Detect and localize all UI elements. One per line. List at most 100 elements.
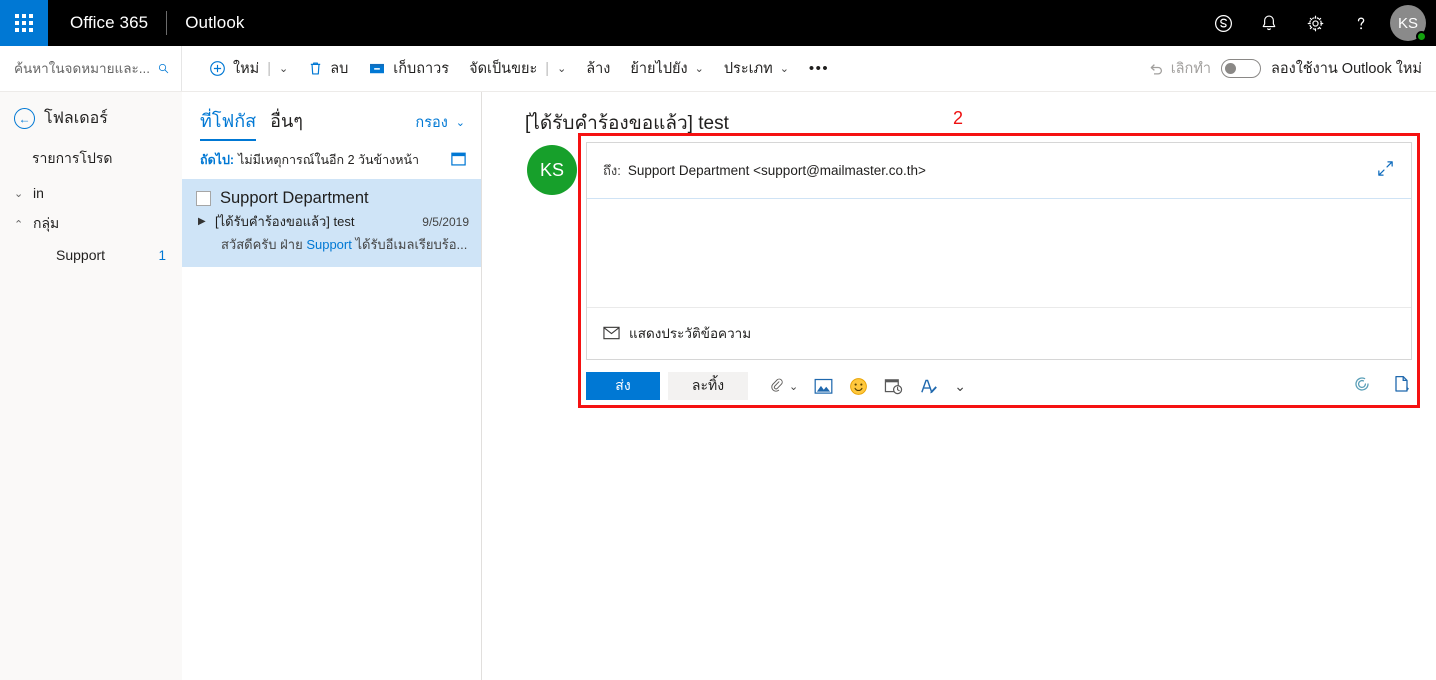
- page-insert-icon[interactable]: [1392, 374, 1412, 399]
- message-subject-row: ▶ [ได้รับคำร้องขอแล้ว] test 9/5/2019: [196, 211, 469, 232]
- toggle-switch[interactable]: [1221, 59, 1262, 78]
- plus-circle-icon: [210, 61, 225, 76]
- message-preview-highlight: Support: [306, 237, 352, 252]
- chevron-down-icon[interactable]: ⌄: [954, 378, 966, 395]
- schedule-icon[interactable]: [880, 372, 907, 400]
- undo-label: เลิกทำ: [1170, 61, 1212, 77]
- chevron-down-icon[interactable]: ⌄: [789, 380, 798, 393]
- presence-indicator: [1416, 31, 1427, 42]
- calendar-icon[interactable]: [450, 150, 467, 170]
- trash-icon: [311, 62, 321, 75]
- chevron-down-icon: ⌄: [455, 117, 465, 129]
- message-top-row: Support Department: [196, 189, 469, 208]
- chevron-down-icon[interactable]: ⌄: [279, 62, 288, 75]
- avatar-initials: KS: [1397, 14, 1418, 32]
- message-checkbox[interactable]: [196, 191, 211, 206]
- format-text-icon[interactable]: [915, 372, 942, 400]
- suite-app-name[interactable]: Outlook: [167, 13, 262, 33]
- move-to-button[interactable]: ย้ายไปยัง ⌄: [621, 53, 712, 85]
- show-message-history-button[interactable]: แสดงประวัติข้อความ: [587, 307, 1411, 357]
- undo-icon: [1150, 63, 1162, 75]
- expand-thread-icon[interactable]: ▶: [198, 216, 209, 227]
- more-options-icon[interactable]: ⌄: [950, 372, 970, 400]
- sweep-button[interactable]: ล้าง: [577, 53, 619, 85]
- next-text: ไม่มีเหตุการณ์ในอีก 2 วันข้างหน้า: [238, 153, 420, 167]
- chevron-down-icon[interactable]: ⌄: [695, 62, 704, 75]
- more-commands-button[interactable]: •••: [800, 53, 838, 85]
- bell-icon[interactable]: [1246, 0, 1292, 46]
- message-subject: [ได้รับคำร้องขอแล้ว] test: [215, 214, 355, 229]
- junk-pipe: |: [545, 60, 550, 77]
- help-icon[interactable]: [1338, 0, 1384, 46]
- chevron-down-icon[interactable]: ⌄: [780, 62, 789, 75]
- new-label: ใหม่: [233, 61, 260, 77]
- new-button[interactable]: ใหม่ | ⌄: [200, 53, 297, 85]
- chevron-up-icon[interactable]: ⌃: [14, 218, 24, 231]
- new-outlook-label: ลองใช้งาน Outlook ใหม่: [1271, 61, 1422, 77]
- message-date: 9/5/2019: [422, 214, 469, 229]
- filter-button[interactable]: กรอง ⌄: [415, 111, 465, 134]
- expand-diagonal-icon[interactable]: [1376, 159, 1395, 183]
- discard-button[interactable]: ละทิ้ง: [668, 372, 748, 400]
- back-icon[interactable]: ←: [14, 108, 35, 129]
- category-button[interactable]: ประเภท ⌄: [715, 53, 798, 85]
- more-icon: •••: [808, 60, 830, 77]
- folder-item-label: กลุ่ม: [33, 215, 60, 231]
- filter-label: กรอง: [415, 115, 448, 131]
- folder-item-groups[interactable]: ⌃ กลุ่ม: [0, 207, 182, 241]
- folders-label: โฟลเดอร์: [44, 110, 108, 127]
- search-input[interactable]: [12, 60, 152, 77]
- next-events-row: ถัดไป: ไม่มีเหตุการณ์ในอีก 2 วันข้างหน้า: [182, 141, 481, 179]
- page-title: [ได้รับคำร้องขอแล้ว] test: [525, 113, 729, 134]
- compose-to-row[interactable]: ถึง: Support Department <support@mailmas…: [587, 143, 1411, 199]
- loop-icon[interactable]: [1352, 374, 1372, 399]
- new-outlook-toggle[interactable]: ลองใช้งาน Outlook ใหม่: [1221, 57, 1422, 80]
- suite-actions: KS: [1200, 0, 1436, 46]
- command-bar: ใหม่ | ⌄ ลบ เก็บถาวร จัดเป็นขยะ | ⌄ ล้าง: [0, 46, 1436, 92]
- folder-item-support[interactable]: Support 1: [0, 241, 182, 269]
- gear-icon[interactable]: [1292, 0, 1338, 46]
- category-label: ประเภท: [723, 61, 773, 77]
- skype-icon[interactable]: [1200, 0, 1246, 46]
- search-icon[interactable]: [158, 60, 169, 77]
- compose-to-value[interactable]: Support Department <support@mailmaster.c…: [628, 163, 926, 178]
- app-launcher-button[interactable]: [0, 0, 48, 46]
- sweep-label: ล้าง: [586, 61, 611, 77]
- delete-label: ลบ: [330, 61, 349, 77]
- compose-card: ถึง: Support Department <support@mailmas…: [586, 142, 1412, 360]
- search-box[interactable]: [0, 46, 182, 91]
- send-button[interactable]: ส่ง: [586, 372, 660, 400]
- folder-item-label: in: [33, 185, 44, 201]
- compose-toolbar-right: [1352, 374, 1412, 399]
- avatar[interactable]: KS: [1390, 5, 1427, 42]
- tab-other[interactable]: อื่นๆ: [270, 106, 303, 139]
- message-list-item[interactable]: Support Department ▶ [ได้รับคำร้องขอแล้ว…: [182, 179, 481, 267]
- mail-icon: [603, 326, 620, 339]
- move-to-label: ย้ายไปยัง: [630, 61, 688, 77]
- chevron-down-icon[interactable]: ⌄: [557, 62, 566, 75]
- chevron-down-icon[interactable]: ⌄: [14, 187, 24, 200]
- tab-focused[interactable]: ที่โฟกัส: [200, 106, 257, 141]
- message-preview-b: ได้รับอีเมลเรียบร้อ...: [351, 237, 468, 252]
- archive-button[interactable]: เก็บถาวร: [359, 53, 458, 85]
- undo-button[interactable]: เลิกทำ: [1148, 57, 1211, 80]
- picture-icon[interactable]: [810, 372, 837, 400]
- delete-button[interactable]: ลบ: [299, 53, 357, 85]
- message-preview: สวัสดีครับ ฝ่าย Support ได้รับอีเมลเรียบ…: [196, 234, 469, 255]
- folder-unread-count: 1: [158, 247, 166, 263]
- emoji-icon[interactable]: [845, 372, 872, 400]
- folder-item-in[interactable]: ⌄ in: [0, 179, 182, 207]
- list-tabs: ที่โฟกัส อื่นๆ กรอง ⌄: [182, 92, 481, 141]
- new-pipe: |: [267, 60, 271, 77]
- attach-icon[interactable]: ⌄: [764, 372, 802, 400]
- show-history-label: แสดงประวัติข้อความ: [629, 325, 752, 341]
- folder-child-label: Support: [56, 247, 106, 263]
- message-list-pane: ที่โฟกัส อื่นๆ กรอง ⌄ ถัดไป: ไม่มีเหตุกา…: [182, 92, 482, 680]
- compose-body-input[interactable]: [587, 199, 1411, 307]
- folder-pane: ← โฟลเดอร์ รายการโปรด ⌄ in ⌃ กลุ่ม Suppo…: [0, 92, 182, 680]
- favorites-label[interactable]: รายการโปรด: [0, 143, 182, 179]
- suite-bar: Office 365 Outlook KS: [0, 0, 1436, 46]
- folders-header[interactable]: ← โฟลเดอร์: [0, 106, 182, 131]
- message-sender: Support Department: [220, 189, 369, 207]
- junk-button[interactable]: จัดเป็นขยะ | ⌄: [460, 53, 575, 85]
